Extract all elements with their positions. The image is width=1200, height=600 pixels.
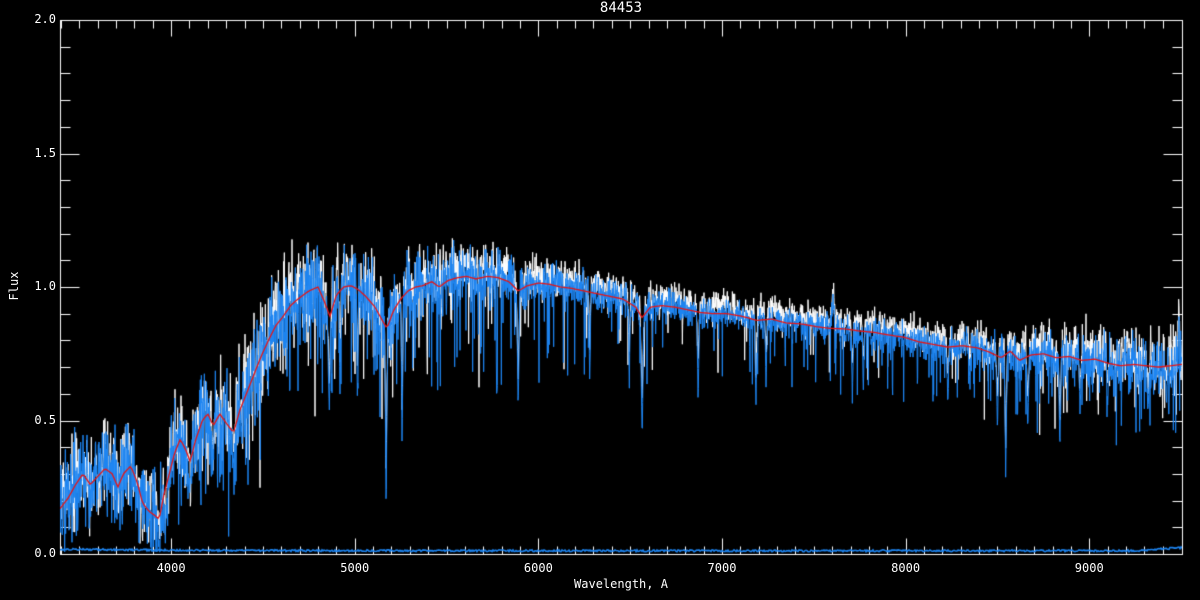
plot-title: 84453 [599, 0, 643, 16]
x-tick-label: 8000 [891, 561, 921, 575]
x-tick-label: 6000 [523, 561, 553, 575]
x-tick-label: 7000 [707, 561, 737, 575]
spectrum-plot-window: 84453 Wavelength, A Flux 4000 5000 6000 700… [0, 0, 1200, 600]
y-tick-label: 1.5 [34, 145, 56, 160]
x-axis-label: Wavelength, A [574, 577, 668, 591]
y-tick-label: 1.0 [34, 279, 56, 293]
spectrum-plot-canvas [0, 0, 1200, 600]
y-tick-label: 0.0 [34, 546, 56, 560]
y-tick-label: 2.0 [34, 12, 56, 26]
x-tick-label: 5000 [340, 561, 370, 575]
x-tick-label: 4000 [156, 561, 186, 575]
x-tick-label: 9000 [1074, 561, 1104, 575]
y-tick-label: 0.5 [34, 412, 56, 427]
